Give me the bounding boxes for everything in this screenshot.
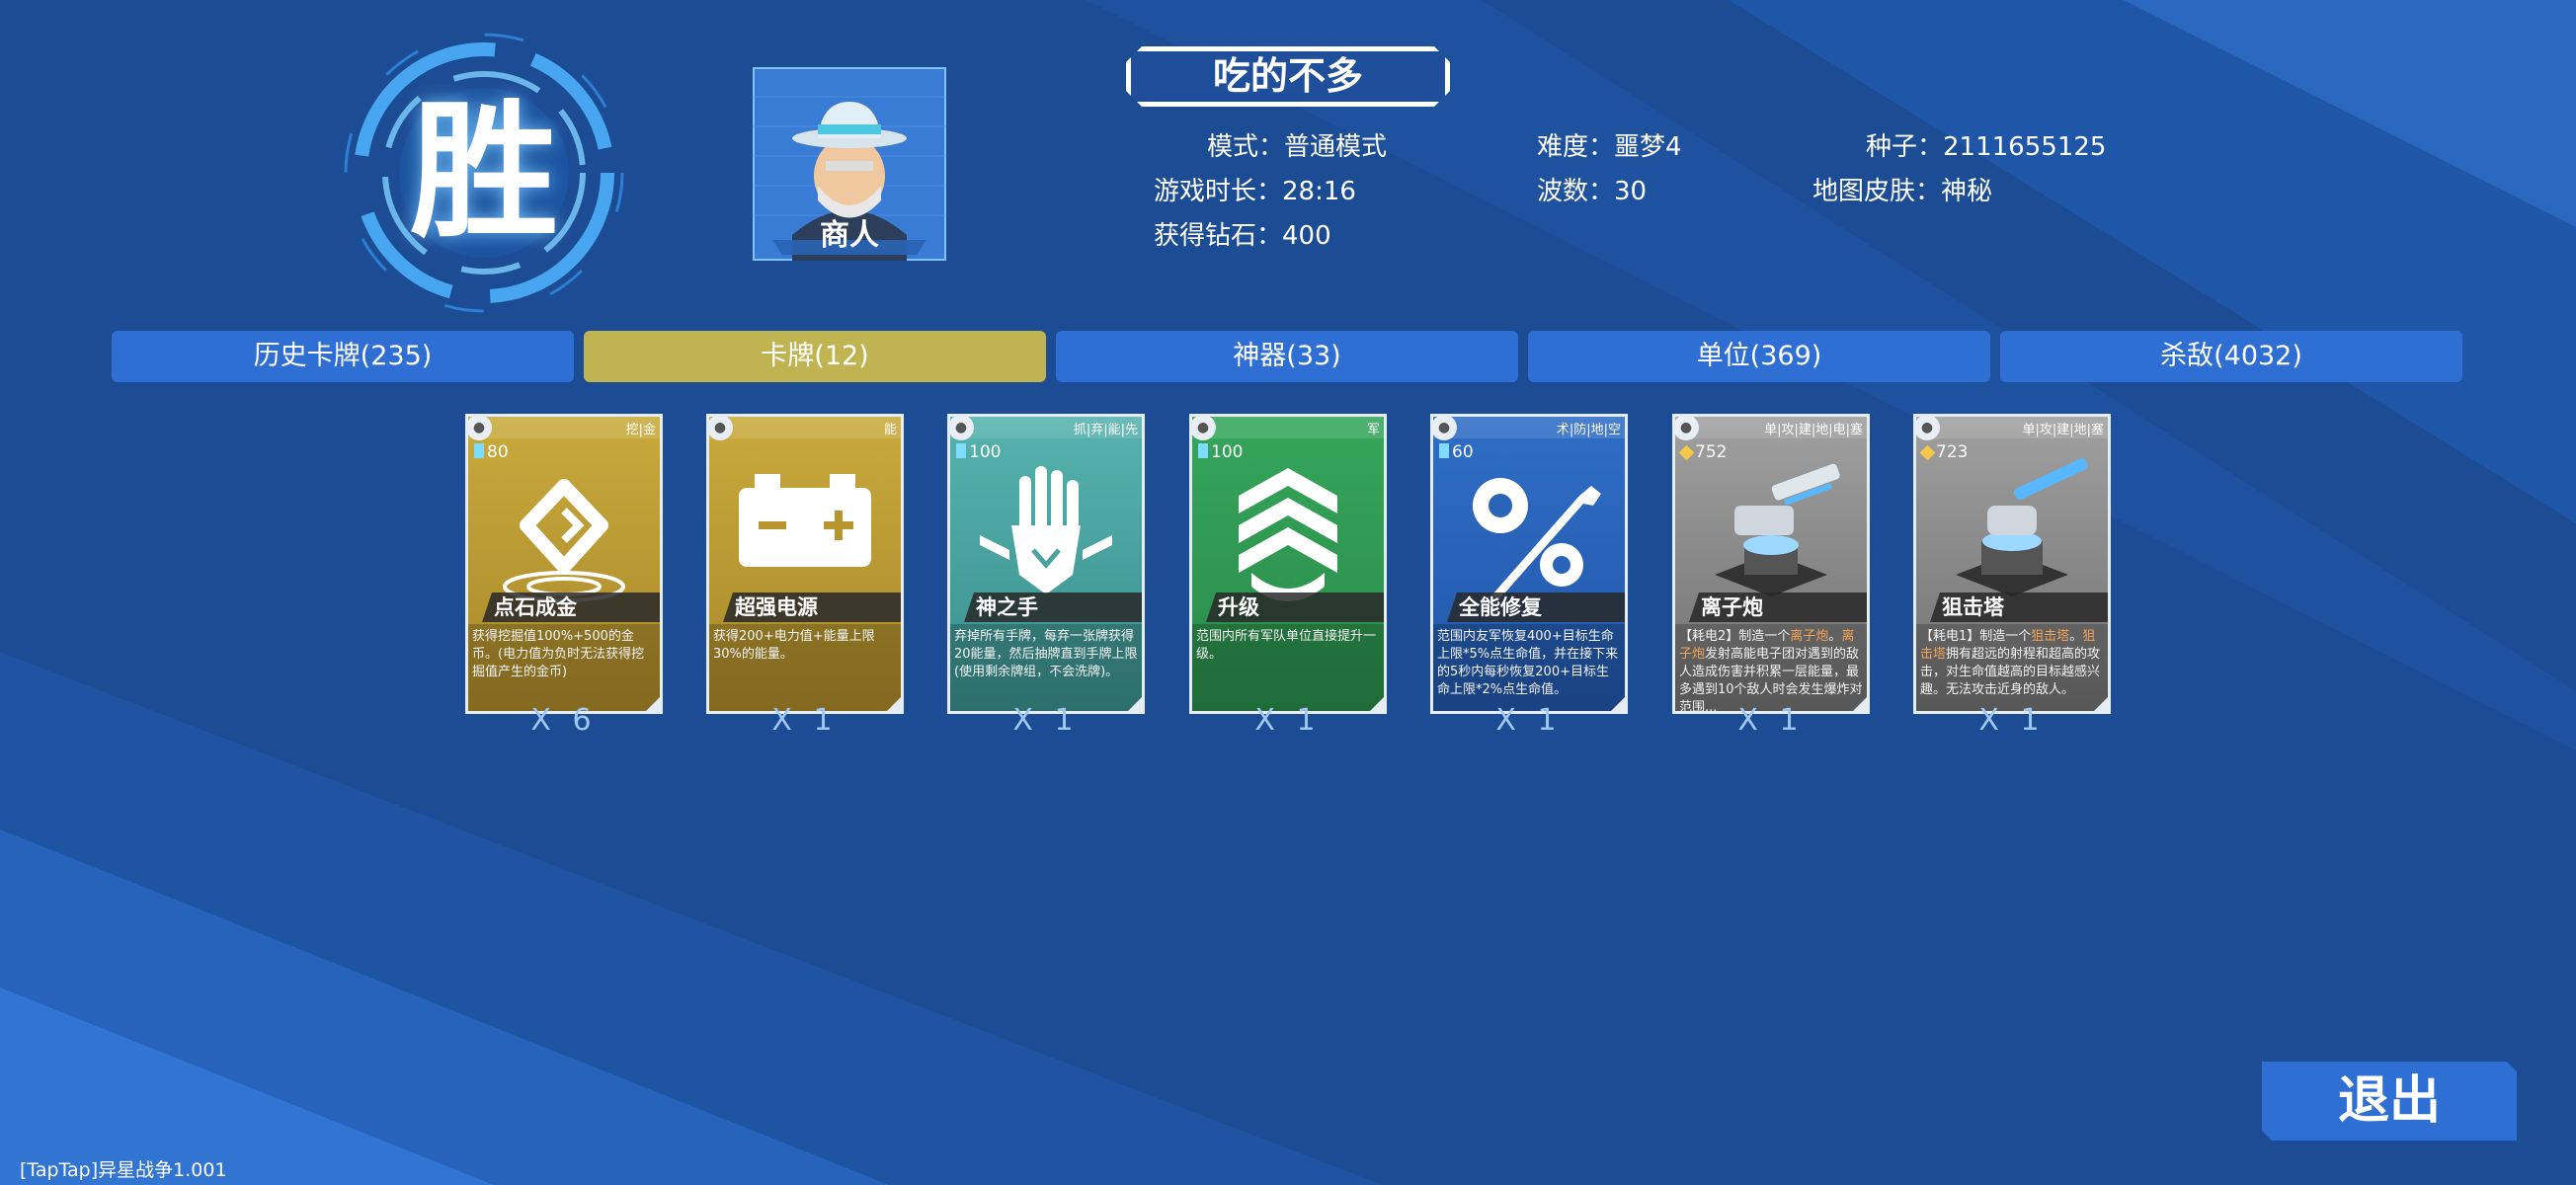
- card-name: 狙击塔: [1930, 592, 2108, 622]
- card-tags: 能: [883, 423, 897, 437]
- card-tags: 军: [1366, 423, 1380, 437]
- card-tags: 单|攻|建|地|塞: [2022, 423, 2104, 437]
- svg-text:★: ★: [1275, 571, 1288, 587]
- card-tags: 挖|金: [625, 423, 656, 437]
- stat-seed: 种子：2111655125: [1866, 126, 2106, 163]
- tab-cards[interactable]: 卡牌(12): [584, 331, 1046, 382]
- desc-text: 【耗电1】制造一个: [1920, 629, 2032, 644]
- stat-value: 30: [1614, 177, 1648, 206]
- desc-text: 【耗电2】制造一个: [1679, 629, 1791, 644]
- stat-waves: 波数：30: [1537, 171, 1647, 207]
- stat-diamonds: 获得钻石：400: [1154, 215, 1331, 252]
- ion-cannon-turret-icon: [1715, 463, 1840, 596]
- card-count: X 1: [1254, 703, 1322, 738]
- card-description: 【耗电2】制造一个离子炮。离子炮发射高能电子团对遇到的敌人造成伤害并积累一层能量…: [1675, 624, 1867, 711]
- card-count: X 1: [1012, 703, 1080, 738]
- card-description: 弃掉所有手牌，每弃一张牌获得20能量，然后抽牌直到手牌上限(使用剩余牌组，不会洗…: [950, 624, 1142, 711]
- stat-value: 神秘: [1941, 177, 1993, 206]
- stat-value: 2111655125: [1943, 132, 2107, 162]
- tab-units[interactable]: 单位(369): [1528, 331, 1990, 382]
- stat-mode: 模式：普通模式: [1207, 126, 1387, 163]
- stat-value: 普通模式: [1284, 132, 1388, 162]
- card-count: X 1: [1495, 703, 1563, 738]
- victory-char: 胜: [409, 87, 558, 259]
- card-hand-of-god[interactable]: ● 抓|弃|能|先 100 神之手 弃掉所有手牌，每弃一张牌获得20能量，然后抽…: [947, 414, 1145, 714]
- card-name: 全能修复: [1447, 592, 1625, 622]
- card-description: 获得挖掘值100%+500的金币。(电力值为负时无法获得挖掘值产生的金币): [468, 624, 660, 711]
- character-avatar: 商人: [753, 67, 946, 261]
- stat-label: 难度：: [1537, 132, 1615, 162]
- card-type-icon: ●: [709, 417, 733, 440]
- desc-highlight: 离子炮: [1790, 629, 1829, 644]
- card-header-strip: [1192, 417, 1384, 438]
- stat-difficulty: 难度：噩梦4: [1537, 126, 1682, 163]
- battery-icon: [739, 474, 871, 567]
- stat-label: 游戏时长：: [1154, 177, 1283, 206]
- card-sniper-tower[interactable]: ● 单|攻|建|地|塞 723 狙击塔 【耗电1】制造一个狙击塔。狙击塔拥有超远…: [1913, 414, 2111, 714]
- card-name: 升级: [1206, 592, 1384, 622]
- stat-label: 地图皮肤：: [1812, 177, 1942, 206]
- run-title: 吃的不多: [1126, 46, 1450, 107]
- card-header-strip: [709, 417, 901, 438]
- stat-time: 游戏时长：28:16: [1154, 171, 1356, 207]
- character-name: 商人: [820, 218, 879, 253]
- hand-icon: [980, 466, 1112, 594]
- stat-value: 28:16: [1282, 177, 1356, 206]
- svg-text:★: ★: [1291, 571, 1304, 587]
- card-super-power[interactable]: ● 能 超强电源 获得200+电力值+能量上限30%的能量。: [706, 414, 904, 714]
- card-type-icon: ●: [1433, 417, 1457, 440]
- card-count: X 1: [1978, 703, 2046, 738]
- card-type-icon: ●: [1916, 417, 1940, 440]
- victory-emblem: 胜: [336, 30, 632, 316]
- tab-artifacts[interactable]: 神器(33): [1056, 331, 1518, 382]
- card-count: X 1: [771, 703, 839, 738]
- exit-button[interactable]: 退出: [2262, 1062, 2517, 1141]
- card-ion-cannon[interactable]: ● 单|攻|建|地|电|塞 752 离子炮 【耗电2】制造一个离子炮。离子炮发射…: [1672, 414, 1870, 714]
- stat-value: 噩梦4: [1614, 132, 1682, 162]
- card-tags: 单|攻|建|地|电|塞: [1764, 423, 1863, 437]
- stat-skin: 地图皮肤：神秘: [1812, 171, 1992, 207]
- card-upgrade[interactable]: ● 军 100 ★ ★ 升级 范围内所有军队单位直接提升一级。: [1189, 414, 1387, 714]
- stat-label: 获得钻石：: [1154, 221, 1283, 251]
- card-type-icon: ●: [950, 417, 974, 440]
- card-type-icon: ●: [1192, 417, 1216, 440]
- stat-label: 模式：: [1207, 132, 1285, 162]
- card-name: 离子炮: [1689, 592, 1867, 622]
- card-description: 获得200+电力值+能量上限30%的能量。: [709, 624, 901, 711]
- card-description: 范围内友军恢复400+目标生命上限*5%点生命值，并在接下来的5秒内每秒恢复20…: [1433, 624, 1625, 711]
- stat-label: 波数：: [1537, 177, 1615, 206]
- version-label: [TapTap]异星战争1.001: [20, 1159, 227, 1181]
- gold-diamond-icon: [503, 479, 625, 602]
- desc-text: 拥有超远的射程和超高的攻击，对生命值越高的目标越感兴趣。无法攻击近身的敌人。: [1920, 647, 2101, 697]
- card-description: 范围内所有军队单位直接提升一级。: [1192, 624, 1384, 711]
- card-tags: 术|防|地|空: [1556, 423, 1621, 437]
- wrench-gear-icon: [1473, 478, 1601, 600]
- tab-kills[interactable]: 杀敌(4032): [2000, 331, 2462, 382]
- card-description: 【耗电1】制造一个狙击塔。狙击塔拥有超远的射程和超高的攻击，对生命值越高的目标越…: [1916, 624, 2108, 711]
- stat-value: 400: [1282, 221, 1331, 251]
- card-name: 神之手: [964, 592, 1142, 622]
- card-name: 超强电源: [723, 592, 901, 622]
- card-midas-touch[interactable]: ● 挖|金 80 点石成金 获得挖掘值100%+500的金币。(电力值为负时无法…: [465, 414, 663, 714]
- card-full-repair[interactable]: ● 术|防|地|空 60 全能修复 范围内友军恢复400+目标生命上限*5%点生…: [1430, 414, 1628, 714]
- desc-highlight: 狙击塔: [2031, 629, 2070, 644]
- card-tags: 抓|弃|能|先: [1073, 423, 1138, 437]
- card-type-icon: ●: [1675, 417, 1699, 440]
- rank-chevron-icon: ★ ★: [1239, 468, 1337, 601]
- card-name: 点石成金: [482, 592, 660, 622]
- stat-label: 种子：: [1866, 132, 1944, 162]
- card-count: X 6: [530, 703, 598, 738]
- card-count: X 1: [1737, 703, 1805, 738]
- card-type-icon: ●: [468, 417, 492, 440]
- tab-history-cards[interactable]: 历史卡牌(235): [112, 331, 574, 382]
- sniper-tower-icon: [1956, 458, 2088, 596]
